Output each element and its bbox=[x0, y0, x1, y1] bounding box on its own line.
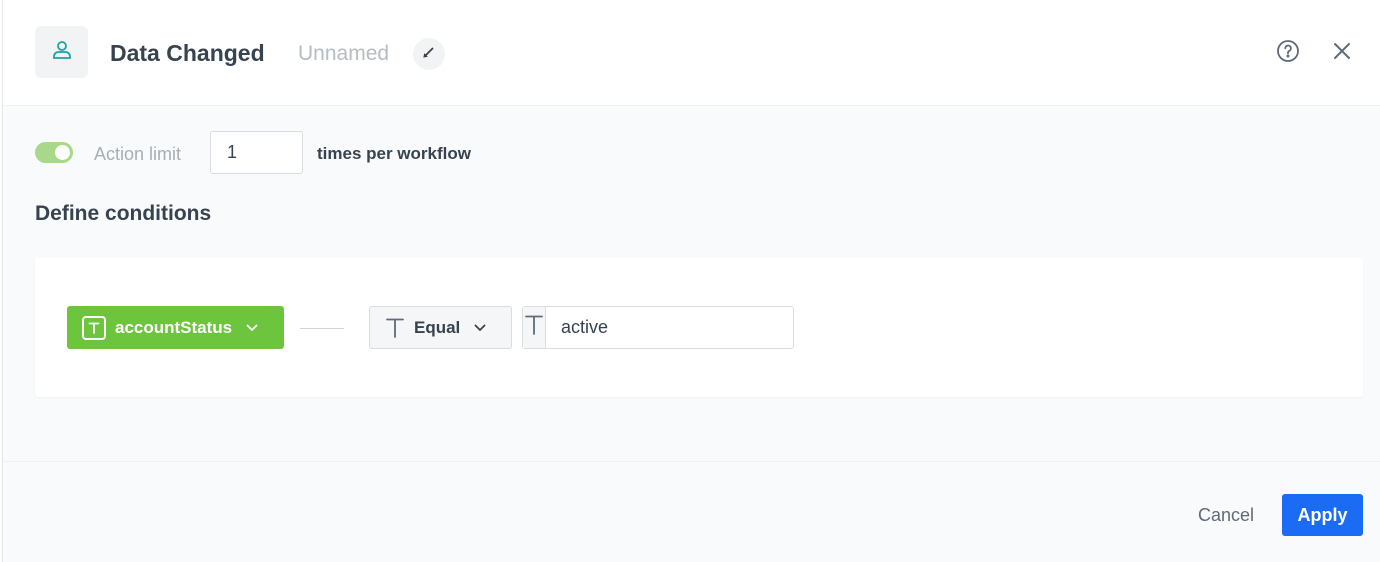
footer-divider bbox=[3, 461, 1380, 462]
close-button[interactable] bbox=[1329, 40, 1355, 66]
node-name: Unnamed bbox=[298, 42, 390, 65]
close-icon bbox=[1332, 41, 1352, 66]
condition-value-input[interactable] bbox=[546, 307, 793, 348]
chevron-down-icon bbox=[246, 324, 258, 332]
operator-select-button[interactable]: Equal bbox=[369, 306, 512, 349]
apply-button[interactable]: Apply bbox=[1282, 494, 1363, 536]
conditions-title: Define conditions bbox=[35, 202, 212, 225]
parameter-select-button[interactable]: accountStatus bbox=[67, 306, 284, 349]
toggle-knob bbox=[55, 145, 70, 160]
modal-header: Data Changed Unnamed bbox=[3, 0, 1380, 106]
user-icon bbox=[50, 38, 74, 67]
modal: Data Changed Unnamed Action limit 1 time… bbox=[2, 0, 1380, 562]
parameter-label: accountStatus bbox=[115, 317, 233, 337]
help-button[interactable] bbox=[1275, 39, 1301, 68]
text-type-icon bbox=[386, 318, 404, 338]
action-limit-input[interactable] bbox=[210, 131, 303, 174]
value-type-button[interactable] bbox=[523, 307, 546, 348]
action-limit-label: Action limit bbox=[94, 144, 182, 164]
action-limit-toggle[interactable] bbox=[35, 142, 73, 163]
node-icon-box bbox=[35, 26, 88, 78]
pencil-icon bbox=[422, 45, 436, 64]
condition-value-group bbox=[522, 306, 794, 349]
cancel-button[interactable]: Cancel bbox=[1184, 494, 1268, 536]
action-limit-suffix: times per workflow bbox=[317, 144, 471, 163]
text-type-icon bbox=[525, 315, 543, 340]
text-type-icon bbox=[82, 315, 106, 340]
operator-label: Equal bbox=[414, 317, 461, 337]
page-title: Data Changed bbox=[110, 40, 265, 66]
question-circle-icon bbox=[1276, 39, 1300, 68]
condition-connector-line bbox=[300, 328, 344, 329]
edit-name-button[interactable] bbox=[413, 38, 445, 70]
chevron-down-icon bbox=[474, 324, 486, 332]
conditions-card: accountStatus Equal bbox=[35, 258, 1363, 397]
